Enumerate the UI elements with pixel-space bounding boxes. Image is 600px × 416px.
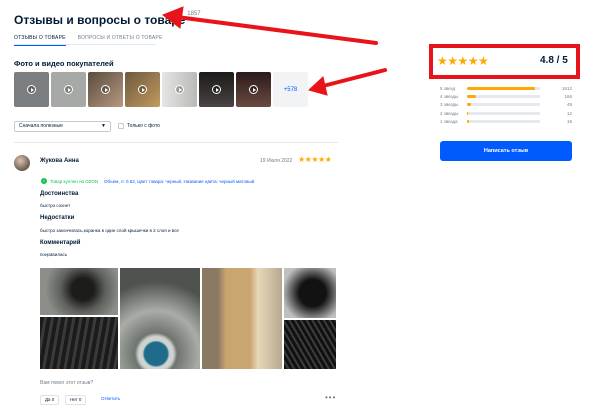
annotation-arrow-line	[175, 15, 378, 45]
annotation-arrow-line	[321, 68, 387, 88]
annotation-arrows	[161, 6, 387, 96]
annotation-arrowhead	[308, 76, 328, 96]
annotation-arrowhead	[161, 6, 184, 29]
